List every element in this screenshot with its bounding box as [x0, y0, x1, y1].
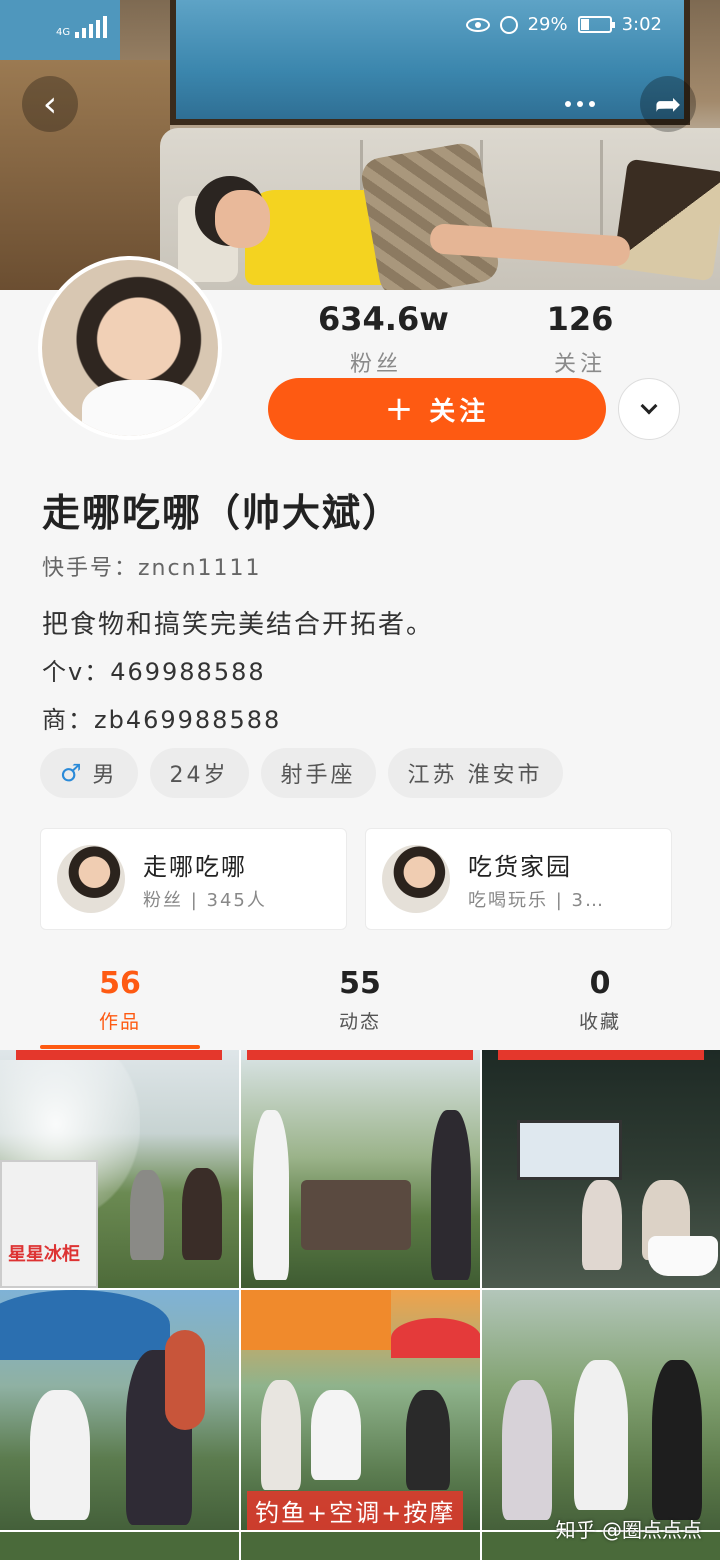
- chevron-left-icon: ‹: [42, 83, 58, 125]
- video-thumbnail[interactable]: [0, 1532, 239, 1560]
- follow-button[interactable]: + 关注: [268, 378, 606, 440]
- video-thumbnail[interactable]: [241, 1532, 480, 1560]
- share-arrow-icon: ➦: [654, 85, 682, 123]
- video-grid: 星星冰柜 钓鱼+空调+按摩: [0, 1050, 720, 1560]
- tag-gender: ♂ 男: [40, 748, 138, 798]
- male-icon: ♂: [60, 759, 85, 787]
- group-name: 走哪吃哪: [143, 852, 247, 881]
- bio-line: 把食物和搞笑完美结合开拓者。: [42, 610, 435, 640]
- video-thumbnail[interactable]: [482, 1050, 720, 1288]
- tab-count: 0: [589, 966, 611, 1001]
- tab-count: 56: [99, 966, 141, 1001]
- content-tabs: 56 作品 55 动态 0 收藏: [0, 966, 720, 1050]
- followers-label: 粉丝: [349, 352, 402, 377]
- share-button[interactable]: ➦: [640, 76, 696, 132]
- group-list: 走哪吃哪 粉丝 | 345人 吃货家园 吃喝玩乐 | 3…: [40, 828, 672, 930]
- video-thumbnail[interactable]: 星星冰柜: [0, 1050, 239, 1288]
- battery-fill: [580, 19, 590, 30]
- video-thumbnail[interactable]: [0, 1290, 239, 1530]
- freezer-label: 星星冰柜: [8, 1244, 80, 1265]
- more-dots-icon: [565, 101, 595, 107]
- follow-button-label: 关注: [429, 396, 490, 427]
- battery-percent: 29%: [527, 14, 568, 35]
- signal-icon: 4G: [56, 16, 108, 38]
- chevron-down-icon: [640, 397, 658, 415]
- group-avatar: [382, 845, 450, 913]
- status-bar: 4G 29% 3:02: [0, 10, 720, 46]
- recommend-dropdown-button[interactable]: [618, 378, 680, 440]
- followers-count: 634.6w: [318, 300, 449, 338]
- following-label: 关注: [553, 352, 606, 377]
- group-avatar: [57, 845, 125, 913]
- video-caption: 钓鱼+空调+按摩: [247, 1491, 464, 1530]
- followers-stat[interactable]: 634.6w 粉丝: [318, 300, 449, 378]
- group-sub: 粉丝 | 345人: [143, 889, 267, 911]
- tag-location[interactable]: 江苏 淮安市: [387, 748, 563, 798]
- battery-icon: [577, 16, 615, 33]
- avatar[interactable]: [38, 256, 222, 440]
- tag-zodiac: 射手座: [260, 748, 376, 798]
- back-button[interactable]: ‹: [22, 76, 78, 132]
- bio-line: 商：zb469988588: [42, 706, 282, 734]
- profile-page: 4G 29% 3:02 ‹ ➦ 634.6w 粉丝 126 关注 + 关注 走哪…: [0, 0, 720, 1560]
- tag-age: 24岁: [149, 748, 249, 798]
- video-thumbnail[interactable]: [482, 1290, 720, 1530]
- tab-favorites[interactable]: 0 收藏: [480, 966, 720, 1050]
- kuaishou-id[interactable]: 快手号：zncn1111: [42, 550, 262, 582]
- following-count: 126: [546, 300, 614, 338]
- eye-icon: [465, 17, 490, 32]
- watermark: 知乎 @圈点点点: [555, 1518, 702, 1542]
- alarm-icon: [499, 15, 518, 34]
- profile-tags: ♂ 男 24岁 射手座 江苏 淮安市: [40, 748, 563, 798]
- group-card[interactable]: 走哪吃哪 粉丝 | 345人: [40, 828, 347, 930]
- group-name: 吃货家园: [468, 852, 572, 881]
- video-thumbnail[interactable]: 钓鱼+空调+按摩: [241, 1290, 480, 1530]
- tab-works[interactable]: 56 作品: [0, 966, 240, 1050]
- group-sub: 吃喝玩乐 | 3…: [468, 889, 605, 911]
- bio-line: 个v：469988588: [42, 658, 266, 686]
- video-thumbnail[interactable]: [241, 1050, 480, 1288]
- profile-name: 走哪吃哪（帅大斌）: [42, 491, 403, 535]
- tab-count: 55: [339, 966, 381, 1001]
- following-stat[interactable]: 126 关注: [540, 300, 620, 378]
- tab-moments[interactable]: 55 动态: [240, 966, 480, 1050]
- tab-label: 动态: [338, 1011, 381, 1033]
- more-button[interactable]: [552, 76, 608, 132]
- tag-gender-label: 男: [92, 763, 118, 788]
- plus-icon: +: [384, 389, 418, 429]
- tab-label: 作品: [98, 1011, 141, 1033]
- group-card[interactable]: 吃货家园 吃喝玩乐 | 3…: [365, 828, 672, 930]
- tab-label: 收藏: [578, 1011, 621, 1033]
- active-tab-indicator: [40, 1045, 200, 1049]
- clock: 3:02: [621, 14, 662, 35]
